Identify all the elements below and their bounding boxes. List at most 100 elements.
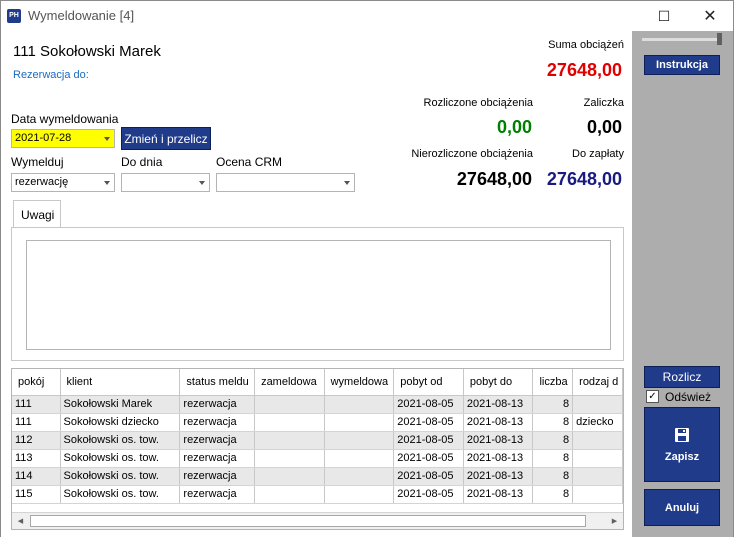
guest-name: 111 Sokołowski Marek: [13, 43, 161, 60]
to-day-picker[interactable]: [121, 173, 210, 192]
table-cell: rezerwacja: [179, 467, 256, 486]
table-cell: 8: [532, 485, 574, 504]
table-cell: 111: [12, 395, 61, 414]
cancel-button[interactable]: Anuluj: [644, 489, 720, 526]
column-header[interactable]: liczba: [532, 369, 574, 396]
table-row[interactable]: 115 Sokołowski os. tow. rezerwacja 2021-08-…: [12, 485, 623, 504]
unsettled-charges-value: 27648,00: [456, 169, 532, 189]
refresh-label: Odśwież: [665, 390, 712, 404]
notes-textarea[interactable]: [26, 240, 611, 350]
table-cell: [572, 431, 623, 450]
to-day-label: Do dnia: [121, 155, 163, 169]
scroll-left-icon[interactable]: ◀: [12, 513, 29, 529]
close-button[interactable]: ✕: [687, 1, 733, 31]
table-cell: 2021-08-13: [463, 431, 534, 450]
table-cell: rezerwacja: [179, 431, 256, 450]
table-cell: 2021-08-13: [463, 485, 534, 504]
table-cell: [254, 395, 325, 414]
column-header[interactable]: status meldu: [179, 369, 256, 396]
table-cell: 2021-08-13: [463, 449, 534, 468]
table-cell: Sokołowski os. tow.: [60, 449, 181, 468]
settled-charges-value: 0,00: [496, 117, 532, 137]
table-cell: 8: [532, 431, 574, 450]
scroll-right-icon[interactable]: ▶: [606, 513, 623, 529]
checkmark-icon: ✓: [648, 391, 657, 402]
crm-rating-label: Ocena CRM: [216, 155, 283, 169]
table-cell: Sokołowski Marek: [60, 395, 181, 414]
settled-charges-label: Rozliczone obciążenia: [423, 97, 533, 109]
table-cell: Sokołowski os. tow.: [60, 467, 181, 486]
sidebar-slider-track[interactable]: [642, 38, 722, 41]
column-header[interactable]: pobyt do: [463, 369, 534, 396]
sidebar-slider-thumb[interactable]: [717, 33, 722, 45]
table-cell: [324, 431, 395, 450]
table-cell: [324, 413, 395, 432]
column-header[interactable]: rodzaj d: [572, 369, 623, 396]
settle-button[interactable]: Rozlicz: [644, 366, 720, 388]
guests-table: pokój klient status meldu zameldowa wymeldow…: [11, 368, 624, 530]
table-cell: 111: [12, 413, 61, 432]
advance-value: 0,00: [586, 117, 622, 137]
scrollbar-thumb[interactable]: [30, 515, 586, 527]
column-header[interactable]: pokój: [12, 369, 61, 396]
maximize-button[interactable]: ☐: [641, 1, 687, 31]
table-cell: Sokołowski dziecko: [60, 413, 181, 432]
table-cell: 2021-08-13: [463, 395, 534, 414]
table-row[interactable]: 112 Sokołowski os. tow. rezerwacja 2021-08-…: [12, 431, 623, 450]
tab-notes[interactable]: Uwagi: [13, 200, 61, 227]
table-cell: [254, 413, 325, 432]
total-charges-value: 27648,00: [546, 60, 622, 80]
column-header[interactable]: klient: [60, 369, 181, 396]
checkout-mode-select[interactable]: rezerwację: [11, 173, 115, 192]
action-sidebar: Instrukcja Rozlicz ✓ Odśwież Zapisz Anul…: [632, 31, 733, 537]
column-header[interactable]: zameldowa: [254, 369, 325, 396]
crm-rating-select[interactable]: [216, 173, 355, 192]
table-row[interactable]: 111 Sokołowski Marek rezerwacja 2021-08-05 2…: [12, 395, 623, 414]
table-row[interactable]: 111 Sokołowski dziecko rezerwacja 2021-08-0…: [12, 413, 623, 432]
table-cell: rezerwacja: [179, 449, 256, 468]
table-cell: [572, 395, 623, 414]
table-cell: rezerwacja: [179, 485, 256, 504]
maximize-icon: ☐: [657, 7, 671, 24]
table-cell: [324, 395, 395, 414]
table-row[interactable]: 113 Sokołowski os. tow. rezerwacja 2021-08-…: [12, 449, 623, 468]
chevron-down-icon: [344, 181, 350, 185]
checkout-date-picker[interactable]: 2021-07-28: [11, 129, 115, 148]
chevron-down-icon: [104, 181, 110, 185]
table-cell: 2021-08-05: [393, 413, 464, 432]
column-header[interactable]: wymeldowa: [324, 369, 395, 396]
save-button[interactable]: Zapisz: [644, 407, 720, 482]
chevron-down-icon: [199, 181, 205, 185]
table-cell: 2021-08-05: [393, 449, 464, 468]
close-icon: ✕: [703, 8, 717, 25]
table-cell: Sokołowski os. tow.: [60, 485, 181, 504]
total-charges-label: Suma obciążeń: [548, 39, 624, 51]
refresh-checkbox[interactable]: ✓: [646, 390, 659, 403]
recalculate-button[interactable]: Zmień i przelicz: [121, 127, 211, 150]
instruction-button[interactable]: Instrukcja: [644, 55, 720, 75]
reservation-link[interactable]: Rezerwacja do:: [13, 69, 89, 81]
table-cell: [254, 467, 325, 486]
table-cell: [254, 431, 325, 450]
table-cell: [324, 485, 395, 504]
unsettled-charges-label: Nierozliczone obciążenia: [411, 148, 533, 160]
title-bar: PH Wymeldowanie [4] ☐ ✕: [1, 1, 733, 31]
table-cell: 115: [12, 485, 61, 504]
table-cell: [572, 467, 623, 486]
checkout-mode-value: rezerwację: [15, 176, 69, 188]
table-cell: rezerwacja: [179, 413, 256, 432]
horizontal-scrollbar[interactable]: ◀ ▶: [12, 512, 623, 529]
table-row[interactable]: 114 Sokołowski os. tow. rezerwacja 2021-08-…: [12, 467, 623, 486]
checkout-date-value: 2021-07-28: [15, 132, 72, 144]
to-pay-label: Do zapłaty: [572, 148, 624, 160]
column-header[interactable]: pobyt od: [393, 369, 464, 396]
table-cell: 2021-08-05: [393, 431, 464, 450]
table-cell: 2021-08-13: [463, 467, 534, 486]
table-cell: 2021-08-13: [463, 413, 534, 432]
save-label: Zapisz: [664, 450, 700, 463]
table-cell: 2021-08-05: [393, 485, 464, 504]
table-cell: 8: [532, 413, 574, 432]
app-logo-icon: PH: [7, 9, 21, 23]
table-cell: 8: [532, 395, 574, 414]
main-content: 111 Sokołowski Marek Rezerwacja do: Suma…: [1, 31, 632, 537]
